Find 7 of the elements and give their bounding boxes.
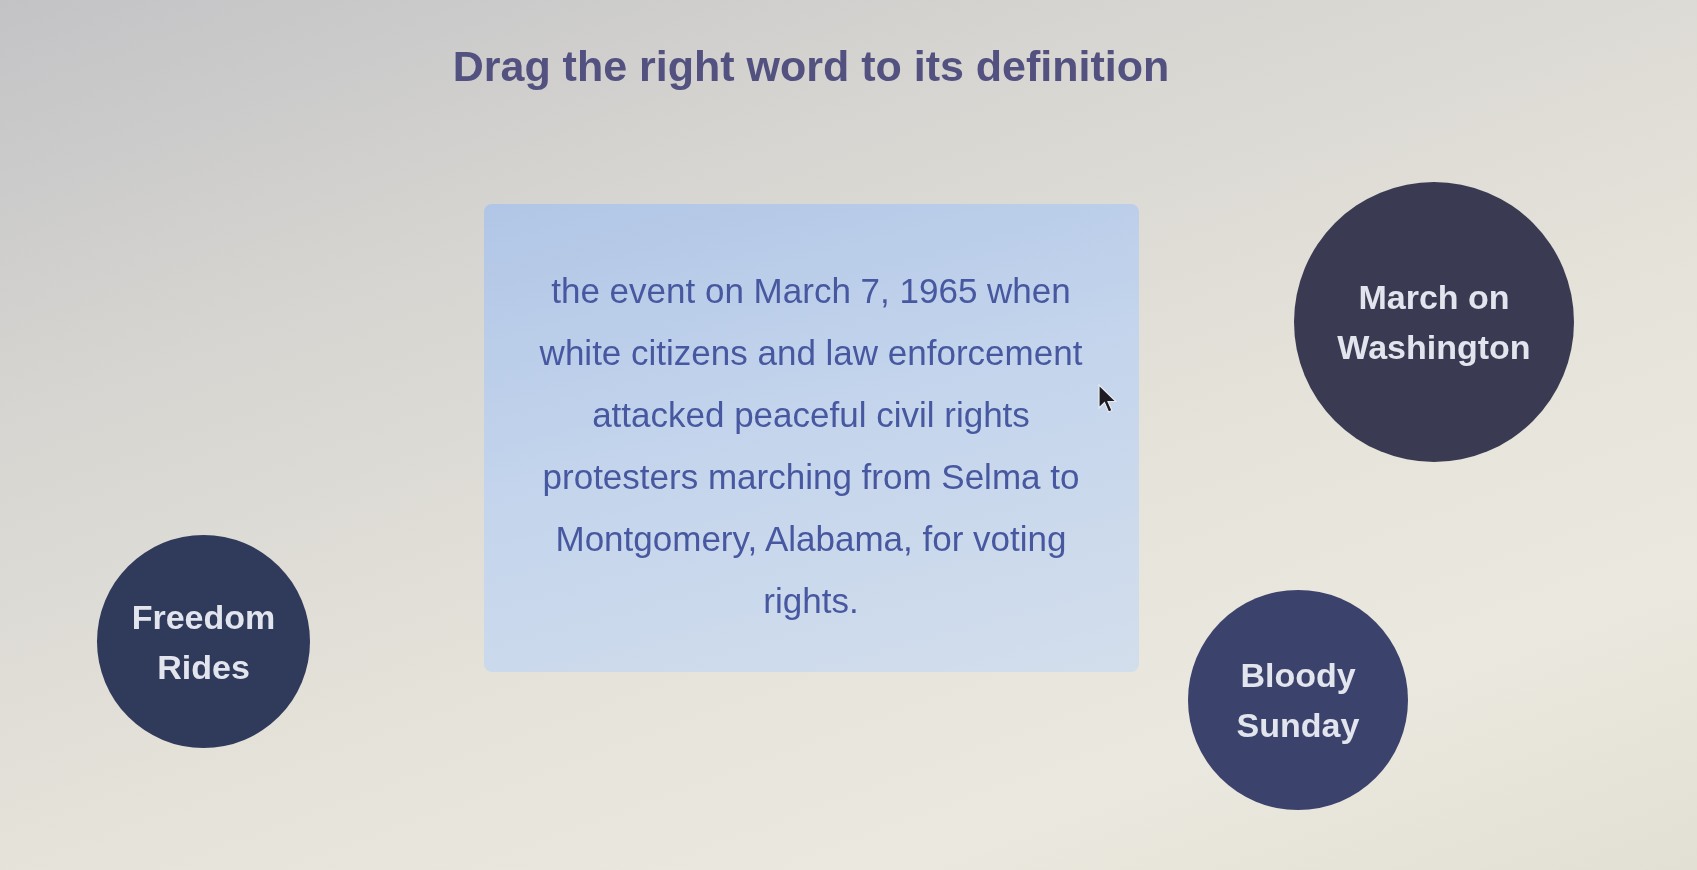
- word-chip[interactable]: Bloody Sunday: [1188, 590, 1408, 810]
- word-chip[interactable]: March on Washington: [1294, 182, 1574, 462]
- word-chip[interactable]: Freedom Rides: [97, 535, 310, 748]
- mouse-pointer-icon: [1098, 384, 1118, 414]
- definition-card[interactable]: the event on March 7, 1965 when white citizens and law enforcement attacked peaceful civil rights protesters marching from Selma to Montgomery, Alabama, for voting rights.: [483, 204, 1139, 672]
- instruction-heading: Drag the right word to its definition: [452, 41, 1170, 92]
- definition-text: the event on March 7, 1965 when white citizens and law enforcement attacked peaceful civil rights protesters marching from Selma to Montgomery, Alabama, for voting rights.: [538, 270, 1084, 622]
